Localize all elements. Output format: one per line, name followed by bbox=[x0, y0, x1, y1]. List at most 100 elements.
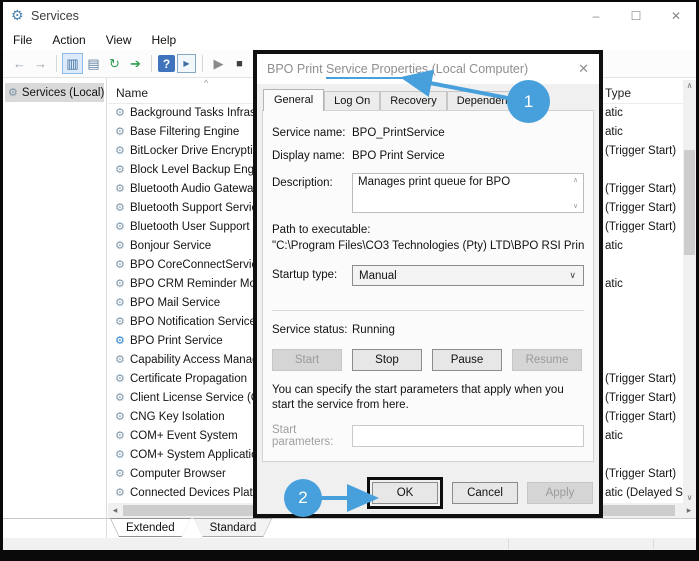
scroll-right-icon[interactable]: ▸ bbox=[682, 505, 696, 516]
service-name: Bluetooth Support Service bbox=[130, 201, 254, 214]
description-scroll-arrows: ∧ ∨ bbox=[570, 176, 581, 210]
column-header-type[interactable]: Type bbox=[605, 86, 631, 100]
tab-extended[interactable]: Extended bbox=[110, 518, 191, 537]
toolbar-separator bbox=[56, 55, 57, 72]
start-params-label: Start parameters: bbox=[272, 423, 334, 448]
maximize-icon[interactable]: ☐ bbox=[628, 9, 644, 23]
service-gear-icon: ⚙ bbox=[115, 259, 125, 271]
dialog-title-underlined: Service Properties bbox=[326, 62, 429, 79]
menu-file[interactable]: File bbox=[3, 33, 42, 47]
cancel-button[interactable]: Cancel bbox=[452, 482, 518, 504]
service-name: BPO Mail Service bbox=[130, 296, 221, 309]
menu-bar: File Action View Help bbox=[3, 30, 696, 50]
pause-button[interactable]: Pause bbox=[432, 349, 502, 371]
service-gear-icon: ⚙ bbox=[115, 164, 125, 176]
ok-highlight-box: OK bbox=[367, 477, 443, 509]
view-tabs: Extended Standard bbox=[110, 518, 272, 537]
dialog-tab-recovery[interactable]: Recovery bbox=[380, 91, 447, 111]
properties-icon[interactable]: ▤ bbox=[84, 54, 103, 73]
service-name: Bluetooth Audio Gateway S bbox=[130, 182, 254, 195]
menu-help[interactable]: Help bbox=[142, 33, 187, 47]
action-pane-icon[interactable]: ▶ bbox=[177, 54, 196, 73]
forward-arrow-icon[interactable]: → bbox=[31, 54, 50, 73]
help-icon[interactable]: ? bbox=[158, 55, 175, 72]
scroll-up-icon[interactable]: ∧ bbox=[573, 176, 578, 184]
dialog-title-suffix: (Local Computer) bbox=[428, 62, 529, 76]
service-name: COM+ Event System bbox=[130, 429, 238, 442]
service-name: Connected Devices Platfor. bbox=[130, 486, 254, 499]
back-arrow-icon[interactable]: ← bbox=[10, 54, 29, 73]
service-gear-icon: ⚙ bbox=[115, 335, 125, 347]
resume-button: Resume bbox=[512, 349, 582, 371]
tab-standard-label: Standard bbox=[209, 521, 257, 534]
service-name: Block Level Backup Engine bbox=[130, 163, 254, 176]
scroll-down-icon[interactable]: ∨ bbox=[573, 202, 578, 210]
console-tree-icon[interactable]: ▥ bbox=[62, 53, 83, 74]
column-header-name[interactable]: Name bbox=[116, 86, 148, 100]
service-startup-type: atic bbox=[605, 125, 623, 138]
service-gear-icon: ⚙ bbox=[115, 316, 125, 328]
description-field[interactable]: Manages print queue for BPO ∧ ∨ bbox=[352, 173, 584, 213]
display-name-value: BPO Print Service bbox=[352, 150, 445, 162]
service-gear-icon: ⚙ bbox=[115, 297, 125, 309]
tab-standard[interactable]: Standard bbox=[194, 518, 273, 537]
section-divider bbox=[272, 310, 584, 311]
service-properties-dialog: BPO Print Service Properties (Local Comp… bbox=[253, 50, 603, 518]
stop-service-icon[interactable]: ■ bbox=[230, 54, 249, 73]
vertical-scroll-thumb[interactable] bbox=[684, 150, 695, 255]
screenshot-frame: ⚙ Services – ☐ ✕ File Action View Help ←… bbox=[0, 0, 699, 561]
start-service-icon[interactable]: ▶ bbox=[209, 54, 228, 73]
service-name-value: BPO_PrintService bbox=[352, 127, 445, 139]
service-gear-icon: ⚙ bbox=[115, 487, 125, 499]
dialog-close-icon[interactable]: ✕ bbox=[578, 61, 589, 77]
service-gear-icon: ⚙ bbox=[115, 278, 125, 290]
service-name: Bonjour Service bbox=[130, 239, 212, 252]
start-params-input[interactable] bbox=[352, 424, 584, 447]
service-name: Certificate Propagation bbox=[130, 372, 247, 385]
service-startup-type: (Trigger Start) bbox=[605, 220, 677, 233]
toolbar-separator bbox=[202, 55, 203, 72]
scroll-down-icon[interactable]: ∨ bbox=[683, 493, 696, 502]
apply-button: Apply bbox=[527, 482, 593, 504]
service-name: Bluetooth User Support Ser bbox=[130, 220, 254, 233]
startup-type-dropdown[interactable]: Manual ∨ bbox=[352, 265, 584, 286]
stop-button[interactable]: Stop bbox=[352, 349, 422, 371]
display-name-label: Display name: bbox=[272, 150, 345, 162]
service-status-label: Service status: bbox=[272, 324, 348, 336]
tabs-divider bbox=[3, 518, 696, 519]
window-controls: – ☐ ✕ bbox=[588, 2, 684, 30]
status-bar bbox=[3, 538, 696, 550]
sort-indicator-icon[interactable]: ^ bbox=[204, 78, 208, 88]
service-gear-icon: ⚙ bbox=[115, 107, 125, 119]
menu-view[interactable]: View bbox=[96, 33, 142, 47]
service-gear-icon: ⚙ bbox=[115, 468, 125, 480]
title-bar: ⚙ Services – ☐ ✕ bbox=[3, 2, 696, 30]
scroll-left-icon[interactable]: ◂ bbox=[108, 505, 122, 516]
service-startup-type: atic bbox=[605, 106, 623, 119]
service-gear-icon: ⚙ bbox=[115, 354, 125, 366]
description-label: Description: bbox=[272, 177, 333, 189]
service-startup-type: (Trigger Start) bbox=[605, 182, 677, 195]
minimize-icon[interactable]: – bbox=[588, 9, 604, 23]
vertical-scrollbar[interactable]: ∧ ∨ bbox=[683, 80, 696, 503]
service-startup-type: (Trigger Start) bbox=[605, 201, 677, 214]
ok-button[interactable]: OK bbox=[372, 482, 438, 504]
chevron-down-icon: ∨ bbox=[569, 270, 576, 280]
service-name: Computer Browser bbox=[130, 467, 226, 480]
scroll-up-icon[interactable]: ∧ bbox=[683, 81, 696, 90]
description-value: Manages print queue for BPO bbox=[358, 176, 511, 188]
service-startup-type: atic bbox=[605, 239, 623, 252]
export-list-icon[interactable]: ➔ bbox=[126, 54, 145, 73]
service-gear-icon: ⚙ bbox=[115, 392, 125, 404]
service-gear-icon: ⚙ bbox=[115, 145, 125, 157]
close-icon[interactable]: ✕ bbox=[668, 9, 684, 23]
service-startup-type: (Trigger Start) bbox=[605, 144, 677, 157]
dialog-tab-general[interactable]: General bbox=[263, 89, 325, 111]
sidebar-item-services-local[interactable]: ⚙ Services (Local) bbox=[5, 83, 104, 102]
service-gear-icon: ⚙ bbox=[115, 373, 125, 385]
refresh-icon[interactable]: ↻ bbox=[105, 54, 124, 73]
dialog-tab-log-on[interactable]: Log On bbox=[324, 91, 381, 111]
window-title: Services bbox=[31, 9, 79, 23]
menu-action[interactable]: Action bbox=[42, 33, 95, 47]
startup-type-value: Manual bbox=[359, 269, 397, 282]
